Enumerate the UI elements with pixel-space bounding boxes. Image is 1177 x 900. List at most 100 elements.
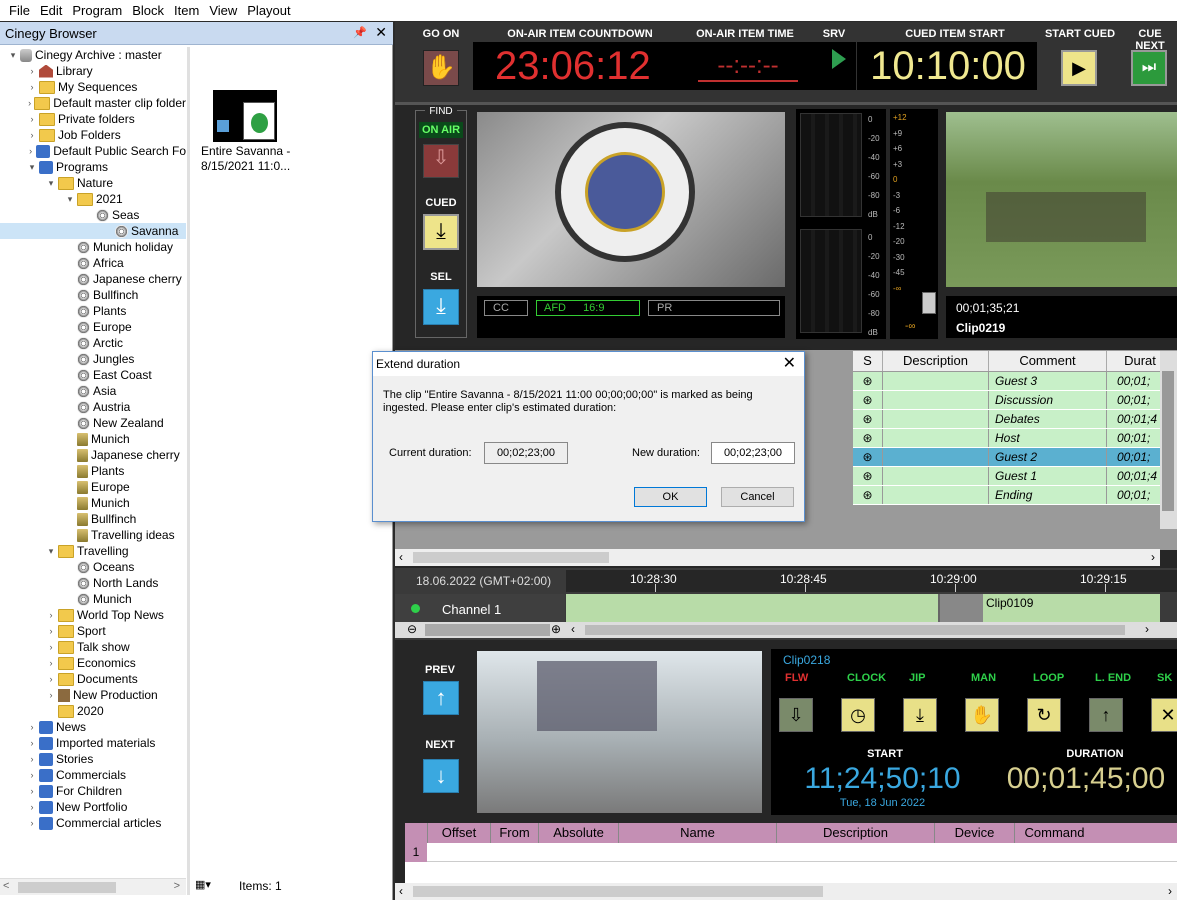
- menu-program[interactable]: Program: [67, 3, 127, 18]
- tree-item[interactable]: New Zealand: [0, 415, 186, 431]
- scroll-right-icon[interactable]: ›: [1151, 550, 1155, 564]
- table-row[interactable]: ⊛ Guest 1 00;01;4: [853, 467, 1160, 486]
- tree-item[interactable]: Seas: [0, 207, 186, 223]
- tree-item[interactable]: › Imported materials: [0, 735, 186, 751]
- zoom-in-icon[interactable]: ⊕: [551, 622, 561, 636]
- mode-lend-button[interactable]: ↑: [1089, 698, 1123, 732]
- menu-block[interactable]: Block: [127, 3, 169, 18]
- table-row[interactable]: ⊛ Host 00;01;: [853, 429, 1160, 448]
- go-on-button[interactable]: ✋: [423, 50, 459, 86]
- find-cued-button[interactable]: ⤓: [423, 214, 459, 250]
- expand-icon[interactable]: ›: [27, 114, 37, 124]
- tree-item[interactable]: Austria: [0, 399, 186, 415]
- fader-knob[interactable]: [922, 292, 936, 314]
- tree-item[interactable]: › Job Folders: [0, 127, 186, 143]
- events-hscroll-thumb[interactable]: [413, 886, 823, 897]
- timeline-clip[interactable]: Clip0109: [986, 596, 1033, 610]
- expand-icon[interactable]: ›: [27, 82, 37, 92]
- tree-item[interactable]: Africa: [0, 255, 186, 271]
- menu-file[interactable]: File: [4, 3, 35, 18]
- tree-item[interactable]: › For Children: [0, 783, 186, 799]
- expand-icon[interactable]: ▾: [46, 178, 56, 189]
- mode-man-button[interactable]: ✋: [965, 698, 999, 732]
- expand-icon[interactable]: ▾: [8, 50, 18, 61]
- mode-jip-button[interactable]: ⤓: [903, 698, 937, 732]
- expand-icon[interactable]: ›: [27, 722, 37, 732]
- expand-icon[interactable]: ›: [46, 642, 56, 652]
- tree-item[interactable]: Europe: [0, 479, 186, 495]
- tree-item[interactable]: Bullfinch: [0, 287, 186, 303]
- expand-icon[interactable]: ›: [27, 802, 37, 812]
- events-col[interactable]: Device: [934, 823, 1014, 843]
- scroll-right-icon[interactable]: ›: [1145, 622, 1149, 636]
- find-on-air-button[interactable]: ⇩: [423, 144, 459, 178]
- scroll-left-icon[interactable]: ‹: [571, 622, 575, 636]
- expand-icon[interactable]: ›: [46, 658, 56, 668]
- expand-icon[interactable]: ▾: [46, 546, 56, 557]
- scroll-right-icon[interactable]: >: [174, 880, 180, 892]
- tree-item[interactable]: › Library: [0, 63, 186, 79]
- events-col[interactable]: From: [490, 823, 538, 843]
- menu-edit[interactable]: Edit: [35, 3, 67, 18]
- tree-item[interactable]: Japanese cherry: [0, 271, 186, 287]
- grid-vscroll[interactable]: [1160, 351, 1177, 529]
- tree-item[interactable]: › Private folders: [0, 111, 186, 127]
- scroll-right-icon[interactable]: ›: [1168, 884, 1172, 898]
- table-row[interactable]: ⊛ Guest 2 00;01;: [853, 448, 1160, 467]
- timeline-track[interactable]: [566, 594, 1160, 622]
- tree-item[interactable]: North Lands: [0, 575, 186, 591]
- tree-item[interactable]: Asia: [0, 383, 186, 399]
- tree-item[interactable]: › New Production: [0, 687, 186, 703]
- dialog-close-icon[interactable]: ✕: [783, 352, 796, 376]
- expand-icon[interactable]: ›: [27, 818, 37, 828]
- tree-item[interactable]: › Default master clip folder: [0, 95, 186, 111]
- tree-item[interactable]: › Default Public Search Fo: [0, 143, 186, 159]
- grid-hscroll[interactable]: ‹ ›: [395, 549, 1160, 566]
- events-hscroll[interactable]: ‹ ›: [395, 883, 1177, 900]
- tree-item[interactable]: › My Sequences: [0, 79, 186, 95]
- tree-item[interactable]: Travelling ideas: [0, 527, 186, 543]
- mode-loop-button[interactable]: ↻: [1027, 698, 1061, 732]
- tree-item[interactable]: East Coast: [0, 367, 186, 383]
- tree-item[interactable]: Munich: [0, 495, 186, 511]
- tree-item[interactable]: ▾ Programs: [0, 159, 186, 175]
- table-row[interactable]: ⊛ Guest 3 00;01;: [853, 372, 1160, 391]
- col-description[interactable]: Description: [883, 351, 989, 371]
- events-col[interactable]: Offset: [427, 823, 490, 843]
- tree-item[interactable]: Plants: [0, 463, 186, 479]
- tree-item[interactable]: ▾ Nature: [0, 175, 186, 191]
- table-row[interactable]: ⊛ Discussion 00;01;: [853, 391, 1160, 410]
- next-button[interactable]: ↓: [423, 759, 459, 793]
- tree-item[interactable]: Oceans: [0, 559, 186, 575]
- zoom-out-icon[interactable]: ⊖: [407, 622, 417, 636]
- tree-item[interactable]: Munich: [0, 431, 186, 447]
- expand-icon[interactable]: ›: [46, 626, 56, 636]
- tree-item[interactable]: Munich holiday: [0, 239, 186, 255]
- tree-item[interactable]: Savanna: [0, 223, 186, 239]
- splitter[interactable]: [187, 47, 190, 895]
- tree-item[interactable]: Munich: [0, 591, 186, 607]
- tree-item[interactable]: ▾ Cinegy Archive : master: [0, 47, 186, 63]
- zoom-slider[interactable]: [425, 624, 550, 636]
- tree-item[interactable]: Plants: [0, 303, 186, 319]
- scroll-left-icon[interactable]: ‹: [399, 550, 403, 564]
- menu-view[interactable]: View: [204, 3, 242, 18]
- thumbnail-caption[interactable]: Entire Savanna - 8/15/2021 11:0...: [201, 144, 311, 174]
- expand-icon[interactable]: ›: [27, 754, 37, 764]
- mode-clock-button[interactable]: ◷: [841, 698, 875, 732]
- tree-item[interactable]: › Sport: [0, 623, 186, 639]
- tree-item[interactable]: ▾ 2021: [0, 191, 186, 207]
- scroll-thumb[interactable]: [18, 882, 116, 893]
- scroll-left-icon[interactable]: <: [3, 880, 9, 892]
- events-col[interactable]: Absolute: [538, 823, 618, 843]
- events-row[interactable]: 1: [405, 843, 1177, 862]
- col-comment[interactable]: Comment: [989, 351, 1107, 371]
- tree-item[interactable]: Jungles: [0, 351, 186, 367]
- mode-flw-button[interactable]: ⇩: [779, 698, 813, 732]
- tree-item[interactable]: › New Portfolio: [0, 799, 186, 815]
- cue-next-button[interactable]: ⏭: [1131, 50, 1167, 86]
- clip-thumbnail[interactable]: [213, 90, 277, 142]
- tree-item[interactable]: › Talk show: [0, 639, 186, 655]
- expand-icon[interactable]: ›: [27, 770, 37, 780]
- menu-item[interactable]: Item: [169, 3, 204, 18]
